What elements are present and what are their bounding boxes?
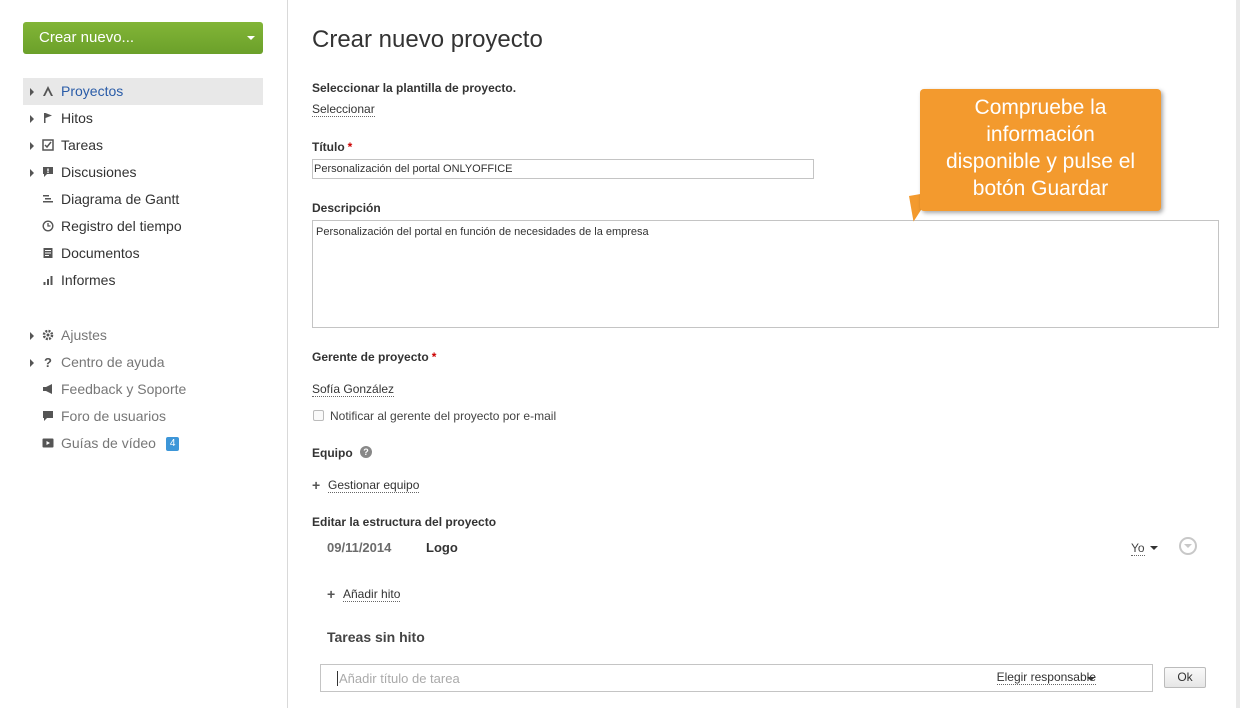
projects-icon	[41, 84, 55, 98]
chevron-down-icon	[247, 36, 255, 40]
expand-arrow-icon[interactable]	[30, 332, 34, 340]
callout-line: disponible y pulse el	[945, 150, 1136, 173]
sidebar-item-label: Registro del tiempo	[61, 218, 182, 234]
sidebar-item-ajustes[interactable]: Ajustes	[23, 322, 263, 349]
gear-icon	[41, 328, 55, 342]
main-nav: Proyectos Hitos Tareas Discusiones Diagr…	[23, 78, 263, 294]
reports-icon	[41, 273, 55, 287]
sidebar-item-label: Diagrama de Gantt	[61, 191, 180, 207]
select-template-link[interactable]: Seleccionar	[312, 102, 375, 117]
description-textarea[interactable]: Personalización del portal en función de…	[312, 220, 1219, 328]
choose-responsible-dropdown[interactable]: Elegir responsable	[996, 670, 1096, 685]
scrollbar[interactable]	[1236, 0, 1240, 708]
structure-label: Editar la estructura del proyecto	[312, 515, 497, 529]
title-label: Título *	[312, 140, 352, 154]
sidebar-item-documentos[interactable]: Documentos	[23, 240, 263, 267]
create-new-label: Crear nuevo...	[39, 29, 135, 46]
manager-label-text: Gerente de proyecto	[312, 350, 429, 364]
milestone-assignee: Yo	[1131, 541, 1145, 556]
tasks-without-milestone-heading: Tareas sin hito	[327, 629, 425, 645]
add-milestone-link[interactable]: Añadir hito	[343, 587, 401, 602]
discussion-icon	[41, 165, 55, 179]
expand-arrow-icon[interactable]	[30, 88, 34, 96]
plus-icon: +	[327, 586, 336, 602]
milestone-assignee-dropdown[interactable]: Yo	[1131, 541, 1158, 556]
description-label: Descripción	[312, 201, 381, 215]
page-title: Crear nuevo proyecto	[312, 26, 543, 53]
notify-manager-checkbox[interactable]	[313, 410, 324, 421]
sidebar-item-label: Feedback y Soporte	[61, 381, 187, 397]
flag-icon	[41, 111, 55, 125]
sidebar-item-informes[interactable]: Informes	[23, 267, 263, 294]
question-icon: ?	[44, 354, 52, 370]
chevron-down-icon	[1087, 677, 1095, 681]
required-mark: *	[347, 140, 353, 154]
chevron-down-icon	[1149, 546, 1158, 550]
sidebar-item-proyectos[interactable]: Proyectos	[23, 78, 263, 105]
manager-label: Gerente de proyecto *	[312, 350, 436, 364]
expand-arrow-icon[interactable]	[30, 115, 34, 123]
manager-selector[interactable]: Sofía González	[312, 382, 395, 397]
sidebar-item-label: Guías de vídeo	[61, 435, 156, 451]
secondary-nav: Ajustes ? Centro de ayuda Feedback y Sop…	[23, 322, 263, 457]
callout-line: información	[986, 123, 1095, 146]
sidebar-item-label: Foro de usuarios	[61, 408, 167, 424]
title-input[interactable]: Personalización del portal ONLYOFFICE	[312, 159, 814, 179]
gantt-icon	[41, 192, 55, 206]
sidebar-item-foro[interactable]: Foro de usuarios	[23, 403, 263, 430]
sidebar-item-label: Ajustes	[61, 327, 107, 343]
sidebar-item-registro-tiempo[interactable]: Registro del tiempo	[23, 213, 263, 240]
sidebar-item-feedback[interactable]: Feedback y Soporte	[23, 376, 263, 403]
expand-arrow-icon[interactable]	[30, 142, 34, 150]
create-new-button[interactable]: Crear nuevo...	[23, 22, 263, 54]
ok-button[interactable]: Ok	[1164, 667, 1206, 688]
plus-icon: +	[312, 477, 321, 493]
sidebar-item-guias-video[interactable]: Guías de vídeo 4	[23, 430, 263, 457]
video-count-badge: 4	[165, 437, 180, 451]
help-icon[interactable]: ?	[360, 446, 372, 458]
title-label-text: Título	[312, 140, 345, 154]
team-label: Equipo	[312, 446, 353, 460]
sidebar-item-discusiones[interactable]: Discusiones	[23, 159, 263, 186]
video-icon	[41, 436, 55, 450]
choose-responsible-label: Elegir responsable	[996, 670, 1096, 684]
template-label: Seleccionar la plantilla de proyecto.	[312, 81, 517, 95]
sidebar-item-label: Documentos	[61, 245, 140, 261]
milestone-menu-icon[interactable]	[1179, 537, 1197, 555]
milestone-title[interactable]: Logo	[426, 540, 458, 555]
sidebar-item-label: Centro de ayuda	[61, 354, 165, 370]
milestone-date: 09/11/2014	[327, 540, 392, 555]
sidebar-item-tareas[interactable]: Tareas	[23, 132, 263, 159]
notify-manager-label: Notificar al gerente del proyecto por e-…	[330, 409, 557, 423]
sidebar-item-label: Discusiones	[61, 164, 137, 180]
expand-arrow-icon[interactable]	[30, 359, 34, 367]
sidebar-item-hitos[interactable]: Hitos	[23, 105, 263, 132]
task-placeholder: Añadir título de tarea	[337, 671, 460, 686]
sidebar-item-gantt[interactable]: Diagrama de Gantt	[23, 186, 263, 213]
callout-line: botón Guardar	[972, 177, 1109, 200]
documents-icon	[41, 246, 55, 260]
task-checkbox-icon	[41, 138, 55, 152]
sidebar-item-label: Informes	[61, 272, 116, 288]
instruction-callout: Compruebe la información disponible y pu…	[920, 89, 1161, 211]
expand-arrow-icon[interactable]	[30, 169, 34, 177]
sidebar: Crear nuevo... Proyectos Hitos Tareas Di…	[0, 0, 288, 708]
add-task-input[interactable]: Añadir título de tarea Elegir responsabl…	[320, 664, 1153, 692]
clock-icon	[41, 219, 55, 233]
callout-line: Compruebe la	[974, 96, 1107, 119]
megaphone-icon	[41, 382, 55, 396]
sidebar-item-label: Hitos	[61, 110, 93, 126]
manage-team-link[interactable]: Gestionar equipo	[328, 478, 420, 493]
sidebar-item-centro-ayuda[interactable]: ? Centro de ayuda	[23, 349, 263, 376]
required-mark: *	[431, 350, 437, 364]
sidebar-item-label: Proyectos	[61, 83, 124, 99]
speech-bubble-icon	[41, 409, 55, 423]
sidebar-item-label: Tareas	[61, 137, 104, 153]
